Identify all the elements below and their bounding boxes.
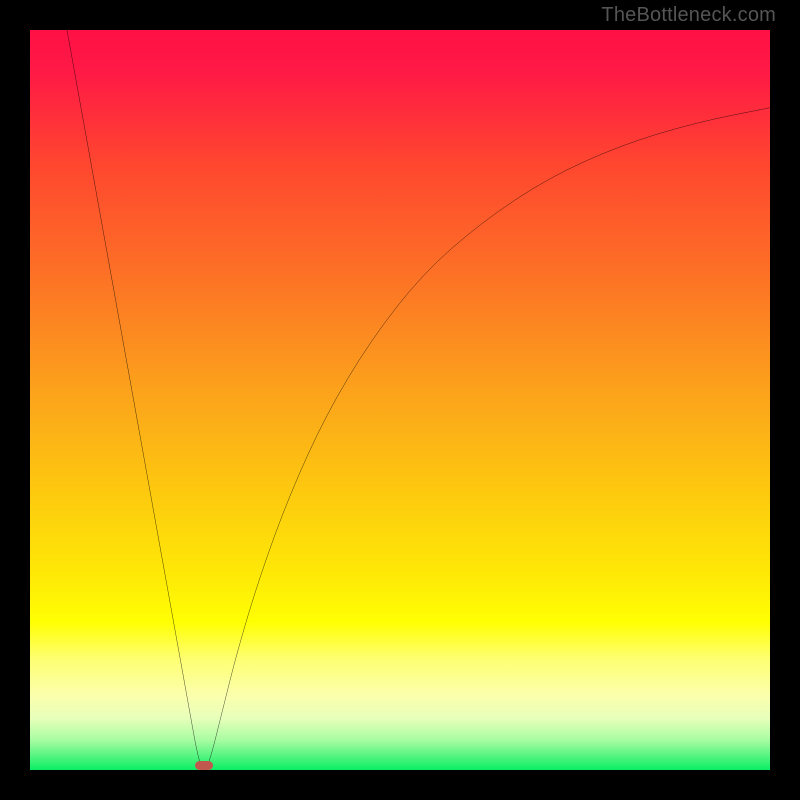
bottleneck-curve	[67, 30, 770, 770]
minimum-marker	[195, 761, 214, 770]
plot-area	[30, 30, 770, 770]
chart-frame: TheBottleneck.com	[0, 0, 800, 800]
curve-layer	[30, 30, 770, 770]
watermark-text: TheBottleneck.com	[601, 4, 776, 27]
